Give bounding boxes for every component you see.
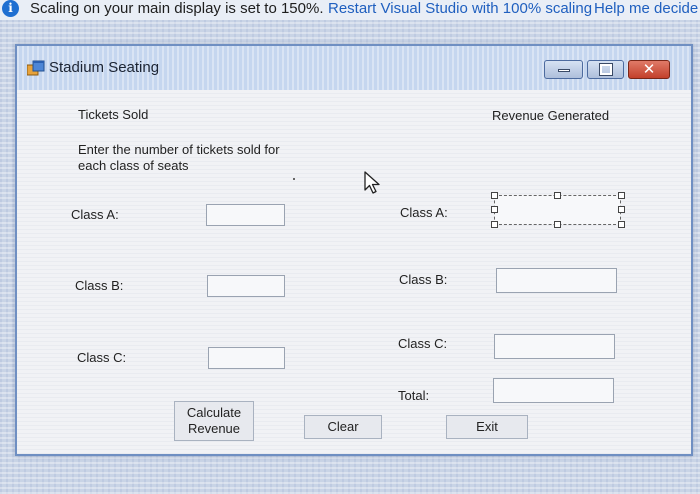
restart-scaling-link[interactable]: Restart Visual Studio with 100% scaling bbox=[328, 0, 592, 18]
resize-handle[interactable] bbox=[618, 192, 625, 199]
exit-button[interactable]: Exit bbox=[446, 415, 528, 439]
class-a-revenue-label: Class A: bbox=[400, 205, 448, 220]
calculate-revenue-button[interactable]: Calculate Revenue bbox=[174, 401, 254, 441]
title-bar[interactable]: Stadium Seating ✕ bbox=[17, 46, 691, 90]
class-a-tickets-label: Class A: bbox=[71, 207, 119, 222]
info-icon: i bbox=[2, 0, 19, 17]
class-b-revenue-label: Class B: bbox=[399, 272, 448, 287]
info-bar: i Scaling on your main display is set to… bbox=[0, 0, 700, 20]
scaling-message: Scaling on your main display is set to 1… bbox=[30, 0, 324, 17]
instructions-label: Enter the number of tickets sold for eac… bbox=[78, 142, 280, 173]
stadium-seating-window: Stadium Seating ✕ Tickets Sold Revenue G… bbox=[15, 44, 693, 456]
minimize-button[interactable] bbox=[544, 60, 583, 79]
minimize-icon bbox=[558, 69, 570, 72]
help-me-decide-link[interactable]: Help me decide bbox=[594, 0, 698, 18]
window-title: Stadium Seating bbox=[49, 59, 160, 76]
app-form-icon bbox=[27, 60, 45, 76]
maximize-icon bbox=[599, 63, 613, 76]
resize-handle[interactable] bbox=[491, 221, 498, 228]
form-client-area: Tickets Sold Revenue Generated Enter the… bbox=[17, 90, 691, 454]
class-b-revenue-output[interactable] bbox=[496, 268, 617, 293]
class-c-tickets-input[interactable] bbox=[208, 347, 285, 369]
class-c-tickets-label: Class C: bbox=[77, 350, 127, 365]
resize-handle[interactable] bbox=[618, 206, 625, 213]
mouse-cursor-icon bbox=[364, 171, 380, 194]
class-c-revenue-output[interactable] bbox=[494, 334, 615, 359]
close-button[interactable]: ✕ bbox=[628, 60, 670, 79]
total-revenue-output[interactable] bbox=[493, 378, 614, 403]
maximize-button[interactable] bbox=[587, 60, 624, 79]
resize-handle[interactable] bbox=[618, 221, 625, 228]
total-revenue-label: Total: bbox=[398, 388, 430, 403]
resize-handle[interactable] bbox=[491, 206, 498, 213]
resize-handle[interactable] bbox=[554, 192, 561, 199]
class-b-tickets-input[interactable] bbox=[207, 275, 285, 297]
clear-button[interactable]: Clear bbox=[304, 415, 382, 439]
close-icon: ✕ bbox=[642, 60, 656, 78]
resize-handle[interactable] bbox=[554, 221, 561, 228]
class-a-tickets-input[interactable] bbox=[206, 204, 285, 226]
tickets-sold-header: Tickets Sold bbox=[78, 107, 149, 122]
class-c-revenue-label: Class C: bbox=[398, 336, 448, 351]
resize-handle[interactable] bbox=[491, 192, 498, 199]
class-b-tickets-label: Class B: bbox=[75, 278, 124, 293]
revenue-generated-header: Revenue Generated bbox=[492, 108, 610, 123]
stray-dot bbox=[293, 178, 295, 180]
